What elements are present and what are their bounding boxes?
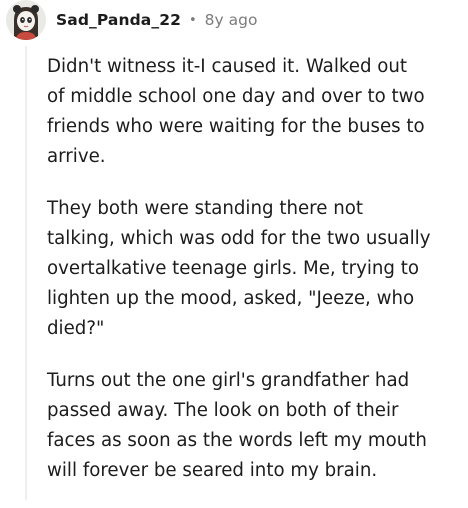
panda-avatar-icon[interactable] bbox=[6, 0, 46, 40]
comment-header: Sad_Panda_22 • 8y ago bbox=[6, 0, 257, 40]
comment-paragraph: They both were standing there not talkin… bbox=[47, 198, 431, 339]
thread-line[interactable] bbox=[25, 46, 27, 500]
comment-timestamp[interactable]: 8y ago bbox=[205, 11, 258, 29]
comment-paragraph: Turns out the one girl's grandfather had… bbox=[47, 370, 427, 481]
comment-body: Didn't witness it-I caused it. Walked ou… bbox=[47, 52, 462, 508]
comment: Sad_Panda_22 • 8y ago Didn't witness it-… bbox=[0, 0, 468, 500]
comment-paragraph: Didn't witness it-I caused it. Walked ou… bbox=[47, 56, 425, 167]
username-link[interactable]: Sad_Panda_22 bbox=[56, 11, 181, 29]
meta-separator: • bbox=[188, 12, 197, 28]
